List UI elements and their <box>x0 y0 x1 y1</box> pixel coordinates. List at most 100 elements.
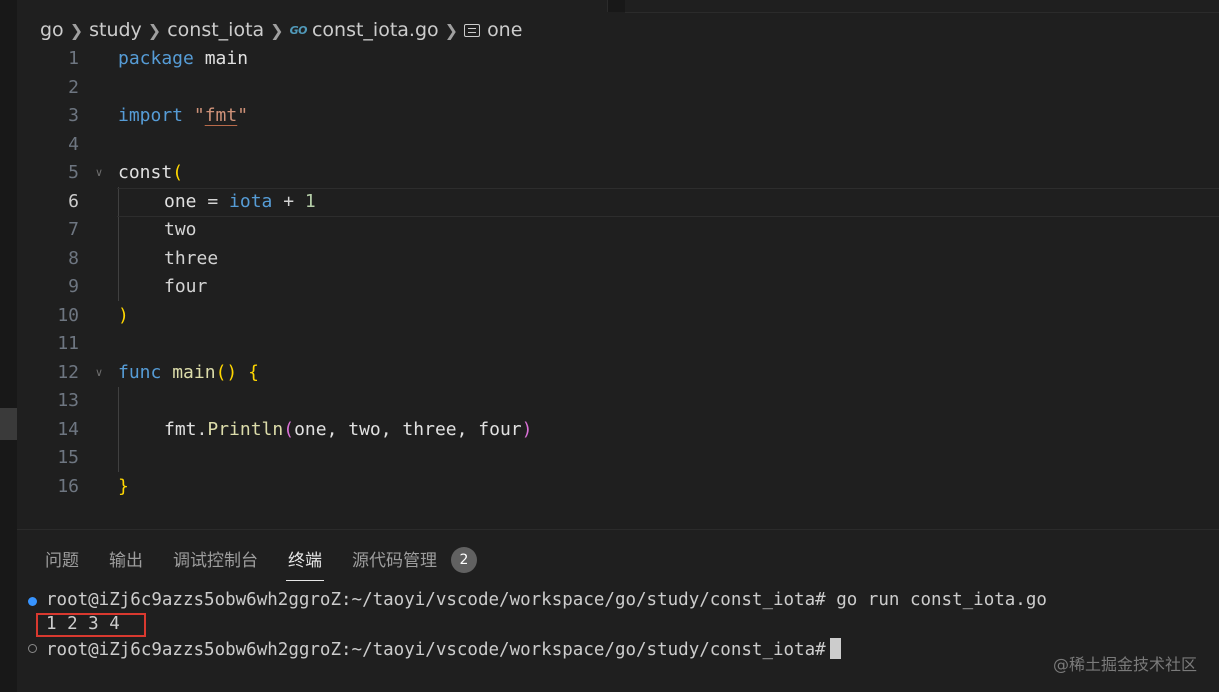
code-line[interactable]: 4 <box>17 131 1219 160</box>
operator: . <box>196 418 208 440</box>
line-content: func main() { <box>118 359 259 388</box>
line-content: ) <box>118 304 129 326</box>
line-number: 12 <box>57 361 79 383</box>
line-number: 9 <box>68 276 79 297</box>
command-success-dot-icon[interactable] <box>28 597 37 606</box>
string-quote: " <box>193 105 205 126</box>
chevron-right-icon: ❯ <box>270 20 284 40</box>
package-name: main <box>204 48 249 69</box>
activity-strip <box>0 0 17 692</box>
code-line[interactable]: 13 <box>17 387 1219 416</box>
line-content: import "fmt" <box>118 102 248 131</box>
bracket: ( <box>283 418 295 440</box>
line-number: 3 <box>68 105 79 126</box>
keyword-import: import <box>118 105 184 126</box>
tab-terminal[interactable]: 终端 <box>286 546 324 581</box>
keyword-package: package <box>118 48 194 69</box>
vscode-window: go ❯ study ❯ const_iota ❯ GO const_iota.… <box>0 0 1219 692</box>
line-content: const( <box>118 159 183 188</box>
function-name: main <box>172 361 216 383</box>
fold-chevron-icon[interactable]: ∨ <box>95 159 103 188</box>
operator: = <box>196 190 230 212</box>
tab-separator <box>607 0 626 12</box>
line-content: two <box>164 219 197 240</box>
code-line[interactable]: 9 four <box>17 273 1219 302</box>
code-line[interactable]: 5 ∨ const( <box>17 159 1219 188</box>
code-line[interactable]: 14 fmt.Println(one, two, three, four) <box>17 416 1219 445</box>
line-number: 16 <box>57 475 79 497</box>
breadcrumb-symbol[interactable]: one <box>487 19 522 41</box>
breadcrumb-file[interactable]: const_iota.go <box>312 19 439 41</box>
bracket: { <box>237 361 259 383</box>
line-number: 14 <box>57 418 79 440</box>
bracket: ( <box>172 162 184 183</box>
line-number: 13 <box>57 390 79 411</box>
source-control-badge: 2 <box>451 547 477 573</box>
code-line[interactable]: 1 package main <box>17 45 1219 74</box>
identifier: one <box>164 190 197 212</box>
tab-debug-console[interactable]: 调试控制台 <box>173 546 258 575</box>
line-content: four <box>164 276 208 297</box>
import-path: fmt <box>204 105 238 126</box>
terminal-cursor <box>829 638 841 659</box>
string-quote: " <box>237 105 249 126</box>
breadcrumb: go ❯ study ❯ const_iota ❯ GO const_iota.… <box>40 16 522 44</box>
code-line-active[interactable]: 6 one = iota + 1 <box>17 187 1219 217</box>
breadcrumb-item-go[interactable]: go <box>40 19 64 41</box>
bracket: () <box>215 361 238 383</box>
code-line[interactable]: 10 ) <box>17 302 1219 331</box>
line-content: one = iota + 1 <box>164 188 316 217</box>
code-line[interactable]: 15 <box>17 444 1219 473</box>
line-content: } <box>118 475 129 497</box>
line-number: 5 <box>68 162 79 183</box>
chevron-right-icon: ❯ <box>147 20 162 40</box>
command-pending-dot-icon[interactable] <box>28 644 37 653</box>
line-number: 8 <box>68 247 79 269</box>
number-literal: 1 <box>304 190 316 212</box>
line-number: 7 <box>68 219 79 240</box>
code-line[interactable]: 2 <box>17 74 1219 103</box>
line-number: 6 <box>68 190 79 212</box>
watermark: @稀土掘金技术社区 <box>1052 655 1197 674</box>
tab-output[interactable]: 输出 <box>109 546 143 575</box>
line-number: 1 <box>68 48 79 69</box>
line-number: 15 <box>57 447 79 468</box>
line-content: three <box>164 247 219 269</box>
bottom-panel: 问题 输出 调试控制台 终端 源代码管理 2 root@iZj6c9azzs5o… <box>17 529 1219 692</box>
line-number: 11 <box>57 333 79 354</box>
code-line[interactable]: 3 import "fmt" <box>17 102 1219 131</box>
keyword-const: const <box>118 162 173 183</box>
line-content: fmt.Println(one, two, three, four) <box>164 416 532 445</box>
prompt-text: root@iZj6c9azzs5obw6wh2ggroZ:~/taoyi/vsc… <box>46 640 826 660</box>
tab-source-control[interactable]: 源代码管理 <box>352 546 437 575</box>
code-line[interactable]: 12 ∨ func main() { <box>17 359 1219 388</box>
code-line[interactable]: 7 two <box>17 216 1219 245</box>
code-line[interactable]: 8 three <box>17 245 1219 274</box>
output-highlight-box <box>36 613 146 637</box>
breadcrumb-item-const-iota[interactable]: const_iota <box>167 19 264 41</box>
package-ref: fmt <box>164 418 197 440</box>
line-number: 4 <box>68 133 79 155</box>
editor-top-edge <box>17 0 1219 13</box>
go-file-icon: GO <box>289 23 308 37</box>
keyword-iota: iota <box>229 190 273 212</box>
keyword-func: func <box>118 361 162 383</box>
line-number: 2 <box>68 76 79 98</box>
chevron-right-icon: ❯ <box>444 20 459 40</box>
tab-strip-edge <box>625 0 1219 13</box>
tab-problems[interactable]: 问题 <box>45 546 79 575</box>
code-line[interactable]: 16 } <box>17 473 1219 502</box>
operator: + <box>272 190 305 212</box>
line-content: package main <box>118 45 248 74</box>
scrollbar-marker[interactable] <box>0 408 17 440</box>
code-line[interactable]: 11 <box>17 330 1219 359</box>
function-call: Println <box>207 418 284 440</box>
breadcrumb-item-study[interactable]: study <box>89 19 142 41</box>
bracket: ) <box>521 418 533 440</box>
chevron-right-icon: ❯ <box>69 20 84 40</box>
code-editor[interactable]: 1 package main 2 3 import "fmt" 4 5 ∨ co… <box>17 45 1219 515</box>
terminal-line-prompt[interactable]: root@iZj6c9azzs5obw6wh2ggroZ:~/taoyi/vsc… <box>46 638 841 660</box>
fold-chevron-icon[interactable]: ∨ <box>95 359 103 388</box>
line-number: 10 <box>57 304 79 326</box>
terminal-line-command: root@iZj6c9azzs5obw6wh2ggroZ:~/taoyi/vsc… <box>46 590 1047 610</box>
